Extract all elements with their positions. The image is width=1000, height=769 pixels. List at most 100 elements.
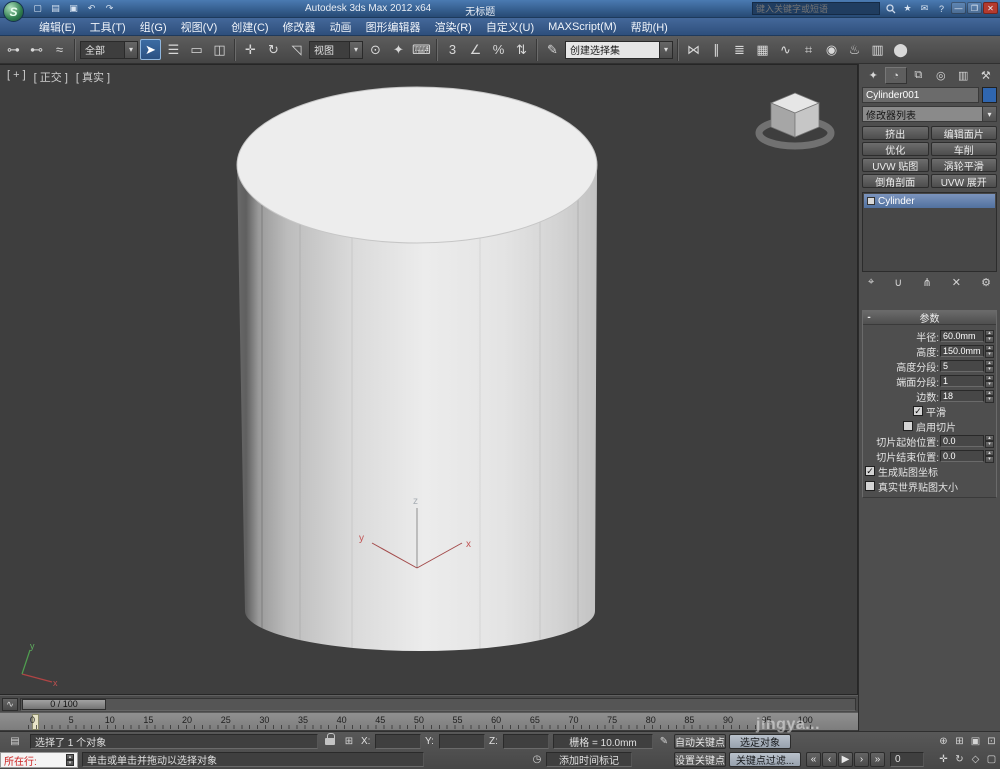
pan-icon[interactable]: ✛ <box>936 752 951 767</box>
zoom-icon[interactable]: ⊕ <box>936 734 951 749</box>
z-coordinate-field[interactable] <box>503 734 549 749</box>
menu-item-group[interactable]: 组(G) <box>133 18 174 35</box>
object-name-field[interactable]: Cylinder001 <box>862 87 979 103</box>
status-panel-icon[interactable]: ▤ <box>4 734 26 749</box>
infocenter-search-input[interactable] <box>752 2 880 15</box>
close-button[interactable]: ✕ <box>983 2 998 14</box>
viewport-pov-menu[interactable]: [ 正交 ] <box>34 69 68 85</box>
select-and-manipulate-button[interactable]: ✦ <box>388 39 409 60</box>
select-object-button[interactable]: ➤ <box>140 39 161 60</box>
search-icon[interactable] <box>884 2 897 15</box>
zoom-extents-all-icon[interactable]: ⊡ <box>984 734 999 749</box>
viewcube[interactable] <box>749 87 841 151</box>
mirror-button[interactable]: ⋈ <box>683 39 704 60</box>
spinner-down-icon[interactable]: ▾ <box>985 366 994 373</box>
selection-region-button[interactable]: ▭ <box>186 39 207 60</box>
go-to-end-button[interactable]: » <box>870 752 885 767</box>
menu-item-edit[interactable]: 编辑(E) <box>32 18 83 35</box>
slice-from-field[interactable]: 0.0 <box>940 435 984 447</box>
maxscript-mini-listener[interactable]: 所在行:▴▾ <box>0 752 78 768</box>
y-coordinate-field[interactable] <box>439 734 485 749</box>
time-slider-handle[interactable]: 0 / 100 <box>22 699 106 710</box>
modifier-button-extrude[interactable]: 挤出 <box>862 126 929 140</box>
align-button[interactable]: ∥ <box>706 39 727 60</box>
radius-spinner[interactable]: ▴▾ <box>985 330 994 343</box>
application-menu-button[interactable]: S <box>3 1 24 22</box>
slice-to-field[interactable]: 0.0 <box>940 450 984 462</box>
maximize-button[interactable]: ❐ <box>967 2 982 14</box>
spinner-down-icon[interactable]: ▾ <box>985 441 994 448</box>
motion-tab-button[interactable]: ◎ <box>930 67 953 84</box>
height-segments-field[interactable]: 5 <box>940 360 984 372</box>
select-and-move-button[interactable]: ✛ <box>240 39 261 60</box>
current-frame-field[interactable]: 0 <box>890 752 924 767</box>
track-bar[interactable]: 0 5 10 15 20 25 30 35 40 45 50 55 60 65 … <box>0 712 858 731</box>
reference-coordinate-dropdown[interactable]: 视图 ▾ <box>309 41 363 59</box>
modifier-list-dropdown[interactable]: 修改器列表 ▾ <box>862 106 997 122</box>
configure-modifier-sets-button[interactable]: ⚙ <box>981 276 991 289</box>
sides-spinner[interactable]: ▴▾ <box>985 390 994 403</box>
sides-field[interactable]: 18 <box>940 390 984 402</box>
time-slider-track[interactable]: 0 / 100 <box>20 698 856 711</box>
communication-center-icon[interactable]: ✉ <box>918 2 931 15</box>
x-coordinate-field[interactable] <box>375 734 421 749</box>
render-production-button[interactable]: ⬤ <box>890 39 911 60</box>
save-file-icon[interactable]: ▣ <box>66 2 81 15</box>
height-segments-spinner[interactable]: ▴▾ <box>985 360 994 373</box>
spinner-down-icon[interactable]: ▾ <box>66 760 74 766</box>
field-of-view-icon[interactable]: ◇ <box>968 752 983 767</box>
cap-segments-field[interactable]: 1 <box>940 375 984 387</box>
make-unique-button[interactable]: ⋔ <box>922 276 931 289</box>
zoom-all-icon[interactable]: ⊞ <box>952 734 967 749</box>
go-to-start-button[interactable]: « <box>806 752 821 767</box>
modifier-button-uvw-map[interactable]: UVW 贴图 <box>862 158 929 172</box>
hierarchy-tab-button[interactable]: ⧉ <box>907 67 930 84</box>
viewport-general-menu[interactable]: [ + ] <box>7 69 26 85</box>
open-file-icon[interactable]: ▤ <box>48 2 63 15</box>
maximize-viewport-icon[interactable]: ▢ <box>984 752 999 767</box>
set-key-button[interactable]: 设置关键点 <box>674 752 726 767</box>
key-filters-button[interactable]: 关键点过滤... <box>729 752 801 767</box>
absolute-mode-icon[interactable]: ⊞ <box>341 734 357 749</box>
menu-item-create[interactable]: 创建(C) <box>224 18 275 35</box>
menu-item-graph-editors[interactable]: 图形编辑器 <box>359 18 428 35</box>
selection-lock-icon[interactable] <box>322 732 338 747</box>
modify-tab-button[interactable]: ◔ <box>885 67 908 84</box>
menu-item-modifiers[interactable]: 修改器 <box>276 18 323 35</box>
stack-item-cylinder[interactable]: Cylinder <box>864 194 995 208</box>
viewport[interactable]: z y x [ + ] [ 正交 ] [ 真实 ] x y <box>0 64 858 695</box>
auto-key-button[interactable]: 自动关键点 <box>674 734 726 749</box>
spinner-down-icon[interactable]: ▾ <box>985 456 994 463</box>
height-spinner[interactable]: ▴▾ <box>985 345 994 358</box>
select-and-rotate-button[interactable]: ↻ <box>263 39 284 60</box>
display-tab-button[interactable]: ▥ <box>952 67 975 84</box>
modifier-button-edit-patch[interactable]: 编辑面片 <box>931 126 998 140</box>
object-color-swatch[interactable] <box>982 87 997 103</box>
previous-frame-button[interactable]: ‹ <box>822 752 837 767</box>
angle-snap-button[interactable]: ∠ <box>465 39 486 60</box>
undo-icon[interactable]: ↶ <box>84 2 99 15</box>
spinner-down-icon[interactable]: ▾ <box>985 336 994 343</box>
height-field[interactable]: 150.0mm <box>940 345 984 357</box>
menu-item-customize[interactable]: 自定义(U) <box>479 18 541 35</box>
modifier-button-bevel-profile[interactable]: 倒角剖面 <box>862 174 929 188</box>
graphite-ribbon-button[interactable]: ▦ <box>752 39 773 60</box>
spinner-down-icon[interactable]: ▾ <box>985 351 994 358</box>
modifier-button-lathe[interactable]: 车削 <box>931 142 998 156</box>
pin-stack-button[interactable]: ⌖ <box>868 276 874 289</box>
unlink-selection-button[interactable]: ⊷ <box>26 39 47 60</box>
show-end-result-button[interactable]: ∪ <box>894 276 902 289</box>
redo-icon[interactable]: ↷ <box>102 2 117 15</box>
percent-snap-button[interactable]: % <box>488 39 509 60</box>
cap-segments-spinner[interactable]: ▴▾ <box>985 375 994 388</box>
menu-item-maxscript[interactable]: MAXScript(M) <box>541 18 623 35</box>
snap-toggle-button[interactable]: 3 <box>442 39 463 60</box>
open-mini-curve-editor-button[interactable]: ∿ <box>2 698 18 711</box>
spinner-down-icon[interactable]: ▾ <box>985 396 994 403</box>
zoom-extents-icon[interactable]: ▣ <box>968 734 983 749</box>
edit-named-sets-button[interactable]: ✎ <box>542 39 563 60</box>
modifier-button-optimize[interactable]: 优化 <box>862 142 929 156</box>
time-slider[interactable]: ∿ 0 / 100 <box>0 695 858 712</box>
spinner-snap-button[interactable]: ⇅ <box>511 39 532 60</box>
menu-item-views[interactable]: 视图(V) <box>174 18 225 35</box>
